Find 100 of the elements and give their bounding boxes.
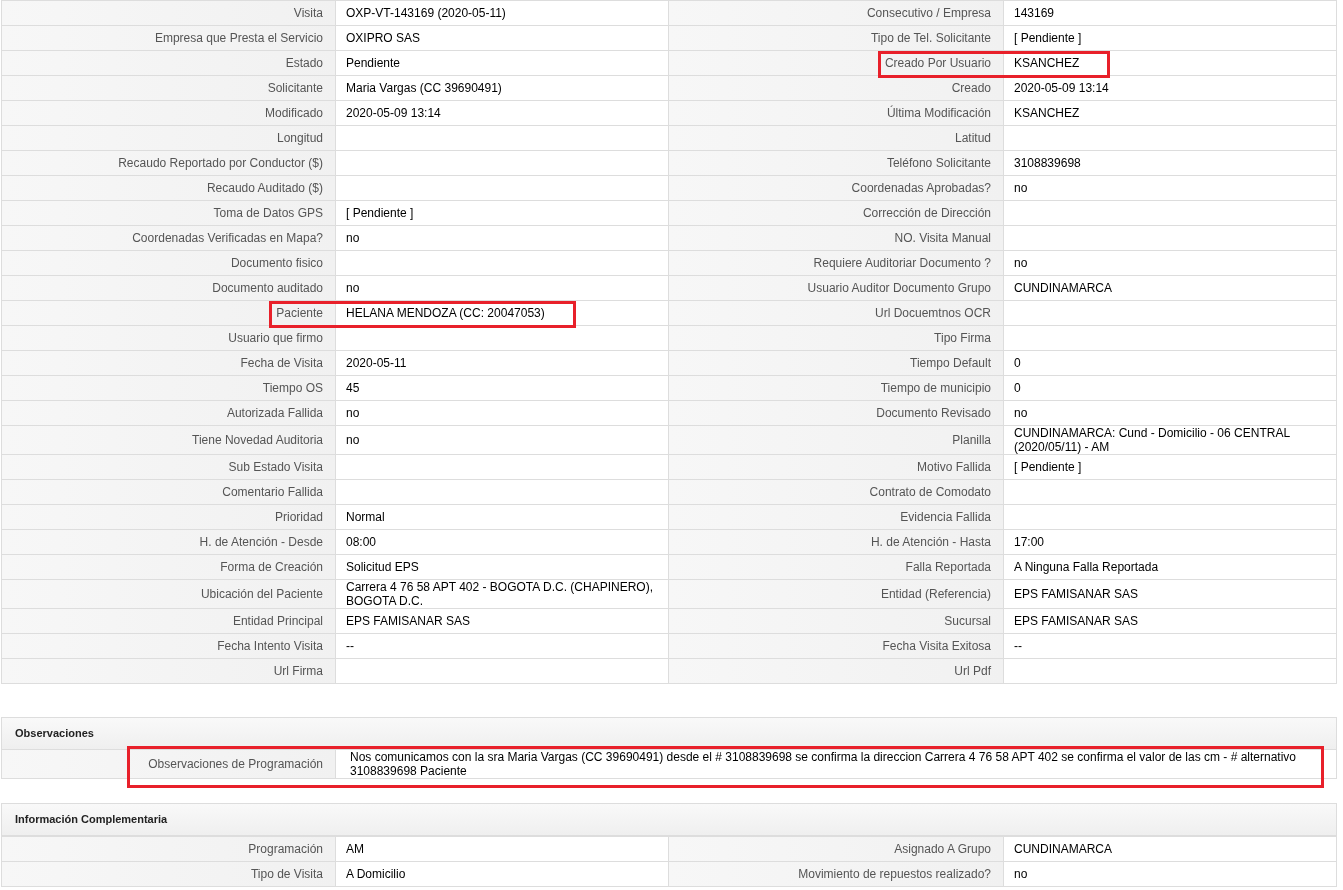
field-label: Tipo de Visita [2,862,336,887]
field-label: H. de Atención - Desde [2,530,336,555]
field-value: EPS FAMISANAR SAS [1004,580,1337,609]
field-value: 08:00 [336,530,669,555]
field-value: -- [336,634,669,659]
field-label: Url Docuemtnos OCR [669,301,1004,326]
field-label: Última Modificación [669,101,1004,126]
panel-header: Información Complementaria [1,803,1337,836]
field-value: [ Pendiente ] [1004,26,1337,51]
field-label: Entidad Principal [2,609,336,634]
field-value: Carrera 4 76 58 APT 402 - BOGOTA D.C. (CHAPINERO), BOGOTA D.C. [336,580,669,609]
field-label: Recaudo Auditado ($) [2,176,336,201]
field-label: Tiempo de municipio [669,376,1004,401]
field-label: Teléfono Solicitante [669,151,1004,176]
field-value: 143169 [1004,1,1337,26]
field-label: Estado [2,51,336,76]
field-value: -- [1004,634,1337,659]
field-label: Evidencia Fallida [669,505,1004,530]
field-value: EPS FAMISANAR SAS [1004,609,1337,634]
field-label: Url Pdf [669,659,1004,684]
field-label: Tiene Novedad Auditoria [2,426,336,455]
field-value: A Domicilio [336,862,669,887]
field-label: Requiere Auditoriar Documento ? [669,251,1004,276]
field-label: Falla Reportada [669,555,1004,580]
field-value: 45 [336,376,669,401]
field-label: Solicitante [2,76,336,101]
field-label: Url Firma [2,659,336,684]
field-label: Tipo de Tel. Solicitante [669,26,1004,51]
field-label: Sucursal [669,609,1004,634]
field-value: 2020-05-09 13:14 [336,101,669,126]
field-label: Creado [669,76,1004,101]
field-label: Longitud [2,126,336,151]
field-value: CUNDINAMARCA [1004,837,1337,862]
field-value: [ Pendiente ] [336,201,669,226]
field-label: Entidad (Referencia) [669,580,1004,609]
field-value: no [336,426,669,455]
field-label: H. de Atención - Hasta [669,530,1004,555]
field-value: no [336,226,669,251]
field-label: Programación [2,837,336,862]
field-label: Visita [2,1,336,26]
field-label: Coordenadas Verificadas en Mapa? [2,226,336,251]
field-label: Documento Revisado [669,401,1004,426]
field-value: Normal [336,505,669,530]
field-value: KSANCHEZ [1004,101,1337,126]
field-label: Usuario Auditor Documento Grupo [669,276,1004,301]
field-label: Planilla [669,426,1004,455]
field-label: Prioridad [2,505,336,530]
field-label: Movimiento de repuestos realizado? [669,862,1004,887]
field-value: no [1004,251,1337,276]
field-value: 0 [1004,351,1337,376]
field-value: CUNDINAMARCA: Cund - Domicilio - 06 CENTRAL (2020/05/11) - AM [1004,426,1337,455]
field-label: Contrato de Comodato [669,480,1004,505]
field-label: Corrección de Dirección [669,201,1004,226]
panel-header: Observaciones [1,717,1337,750]
field-value: OXP-VT-143169 (2020-05-11) [336,1,669,26]
field-label: Fecha de Visita [2,351,336,376]
field-label: Fecha Visita Exitosa [669,634,1004,659]
field-value: 17:00 [1004,530,1337,555]
field-value: no [336,401,669,426]
field-value: AM [336,837,669,862]
field-value: Nos comunicamos con la sra Maria Vargas (CC 39690491) desde el # 3108839698 se confirma la direccion Carrera 4 76 58 APT 402 se confirma el valor de las cm - # alternativo 3108839698 Paciente [336,750,1337,779]
field-label: Asignado A Grupo [669,837,1004,862]
field-label: Tiempo Default [669,351,1004,376]
field-label: Toma de Datos GPS [2,201,336,226]
field-label: Tipo Firma [669,326,1004,351]
field-value: no [1004,176,1337,201]
field-label: Fecha Intento Visita [2,634,336,659]
field-label: Documento auditado [2,276,336,301]
field-label: Consecutivo / Empresa [669,1,1004,26]
field-value: no [336,276,669,301]
field-label: Tiempo OS [2,376,336,401]
field-value: 2020-05-11 [336,351,669,376]
field-label: Ubicación del Paciente [2,580,336,609]
field-label: NO. Visita Manual [669,226,1004,251]
field-label: Motivo Fallida [669,455,1004,480]
field-value: 2020-05-09 13:14 [1004,76,1337,101]
field-label: Empresa que Presta el Servicio [2,26,336,51]
field-value: [ Pendiente ] [1004,455,1337,480]
field-label: Comentario Fallida [2,480,336,505]
field-value: Maria Vargas (CC 39690491) [336,76,669,101]
field-label: Coordenadas Aprobadas? [669,176,1004,201]
field-value: 3108839698 [1004,151,1337,176]
field-label: Forma de Creación [2,555,336,580]
field-value: Pendiente [336,51,669,76]
field-value: 0 [1004,376,1337,401]
field-value: Solicitud EPS [336,555,669,580]
field-label: Recaudo Reportado por Conductor ($) [2,151,336,176]
field-label: Paciente [2,301,336,326]
field-label: Autorizada Fallida [2,401,336,426]
field-label: Observaciones de Programación [2,750,336,779]
field-value: EPS FAMISANAR SAS [336,609,669,634]
field-value: no [1004,862,1337,887]
field-label: Usuario que firmo [2,326,336,351]
field-value: CUNDINAMARCA [1004,276,1337,301]
field-label: Creado Por Usuario [669,51,1004,76]
field-label: Modificado [2,101,336,126]
field-value: no [1004,401,1337,426]
field-label: Latitud [669,126,1004,151]
field-label: Sub Estado Visita [2,455,336,480]
field-value: OXIPRO SAS [336,26,669,51]
